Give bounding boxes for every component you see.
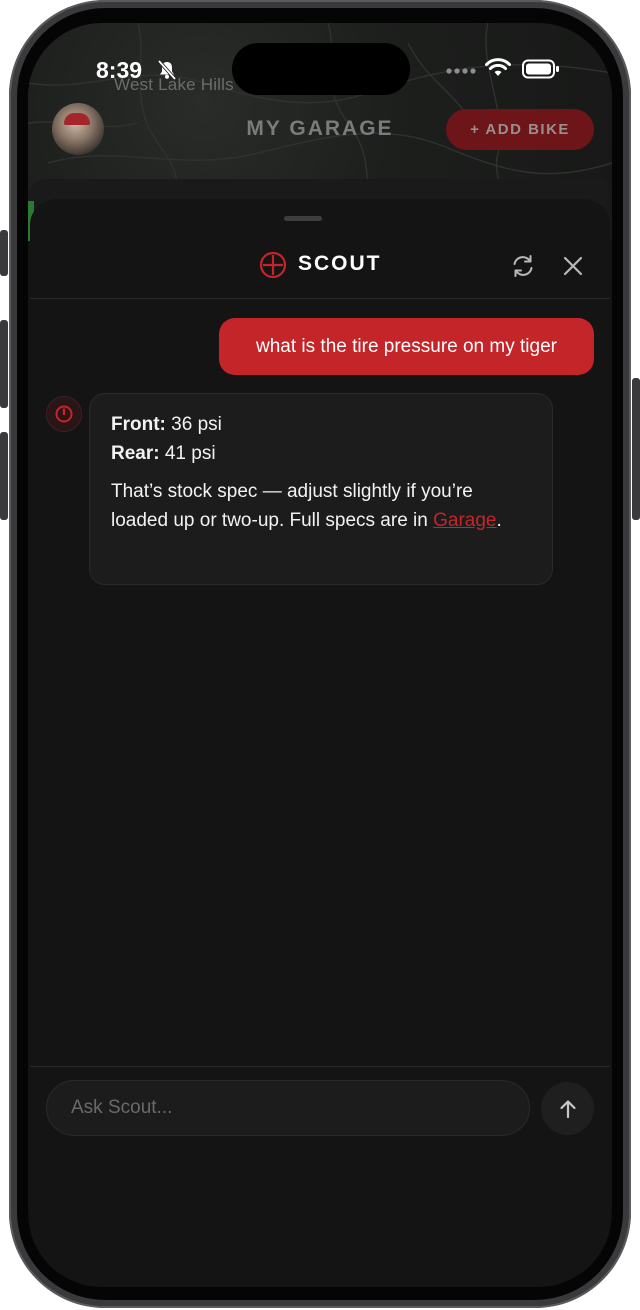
volume-up-button: [0, 320, 8, 408]
rear-pressure-line: Rear: 41 psi: [111, 439, 530, 468]
assistant-body-end: .: [496, 510, 502, 531]
status-time: 8:39: [96, 57, 143, 83]
screen: West Lake Hills 8:39 MY GARAGE + ADD BIK…: [28, 23, 612, 1287]
header-divider: [30, 298, 610, 299]
scout-avatar: [46, 396, 82, 432]
assistant-message: Front: 36 psi Rear: 41 psi That’s stock …: [89, 393, 553, 585]
ask-scout-placeholder: Ask Scout...: [71, 1097, 173, 1118]
bell-slash-icon: [157, 59, 177, 81]
rear-label: Rear:: [111, 443, 160, 464]
volume-down-button: [0, 432, 8, 520]
chat-title: SCOUT: [298, 252, 382, 275]
scout-logo-icon: [259, 251, 287, 279]
composer-divider: [30, 1066, 610, 1067]
action-button: [0, 230, 8, 276]
power-button: [632, 378, 640, 520]
assistant-body-text: That’s stock spec — adjust slightly if y…: [111, 481, 473, 531]
front-pressure-line: Front: 36 psi: [111, 410, 530, 439]
scout-power-icon: [55, 405, 73, 423]
dynamic-island: [232, 43, 410, 95]
close-icon[interactable]: [561, 254, 585, 278]
sheet-grabber[interactable]: [284, 216, 322, 221]
add-bike-button[interactable]: + ADD BIKE: [446, 109, 594, 150]
garage-link[interactable]: Garage: [433, 510, 496, 531]
user-message: what is the tire pressure on my tiger: [219, 318, 594, 375]
battery-icon: [522, 59, 559, 79]
ask-scout-input[interactable]: Ask Scout...: [46, 1080, 530, 1136]
scout-chat-sheet: SCOUT what is the tire pressure on my ti…: [30, 199, 610, 1287]
wifi-icon: [485, 58, 511, 76]
rear-value: 41 psi: [159, 443, 216, 464]
signal-icon: [446, 68, 476, 74]
send-button[interactable]: [541, 1082, 594, 1135]
send-arrow-icon: [559, 1099, 576, 1118]
refresh-icon[interactable]: [510, 253, 536, 279]
assistant-body: That’s stock spec — adjust slightly if y…: [111, 477, 530, 535]
front-label: Front:: [111, 414, 166, 435]
front-value: 36 psi: [165, 414, 222, 435]
